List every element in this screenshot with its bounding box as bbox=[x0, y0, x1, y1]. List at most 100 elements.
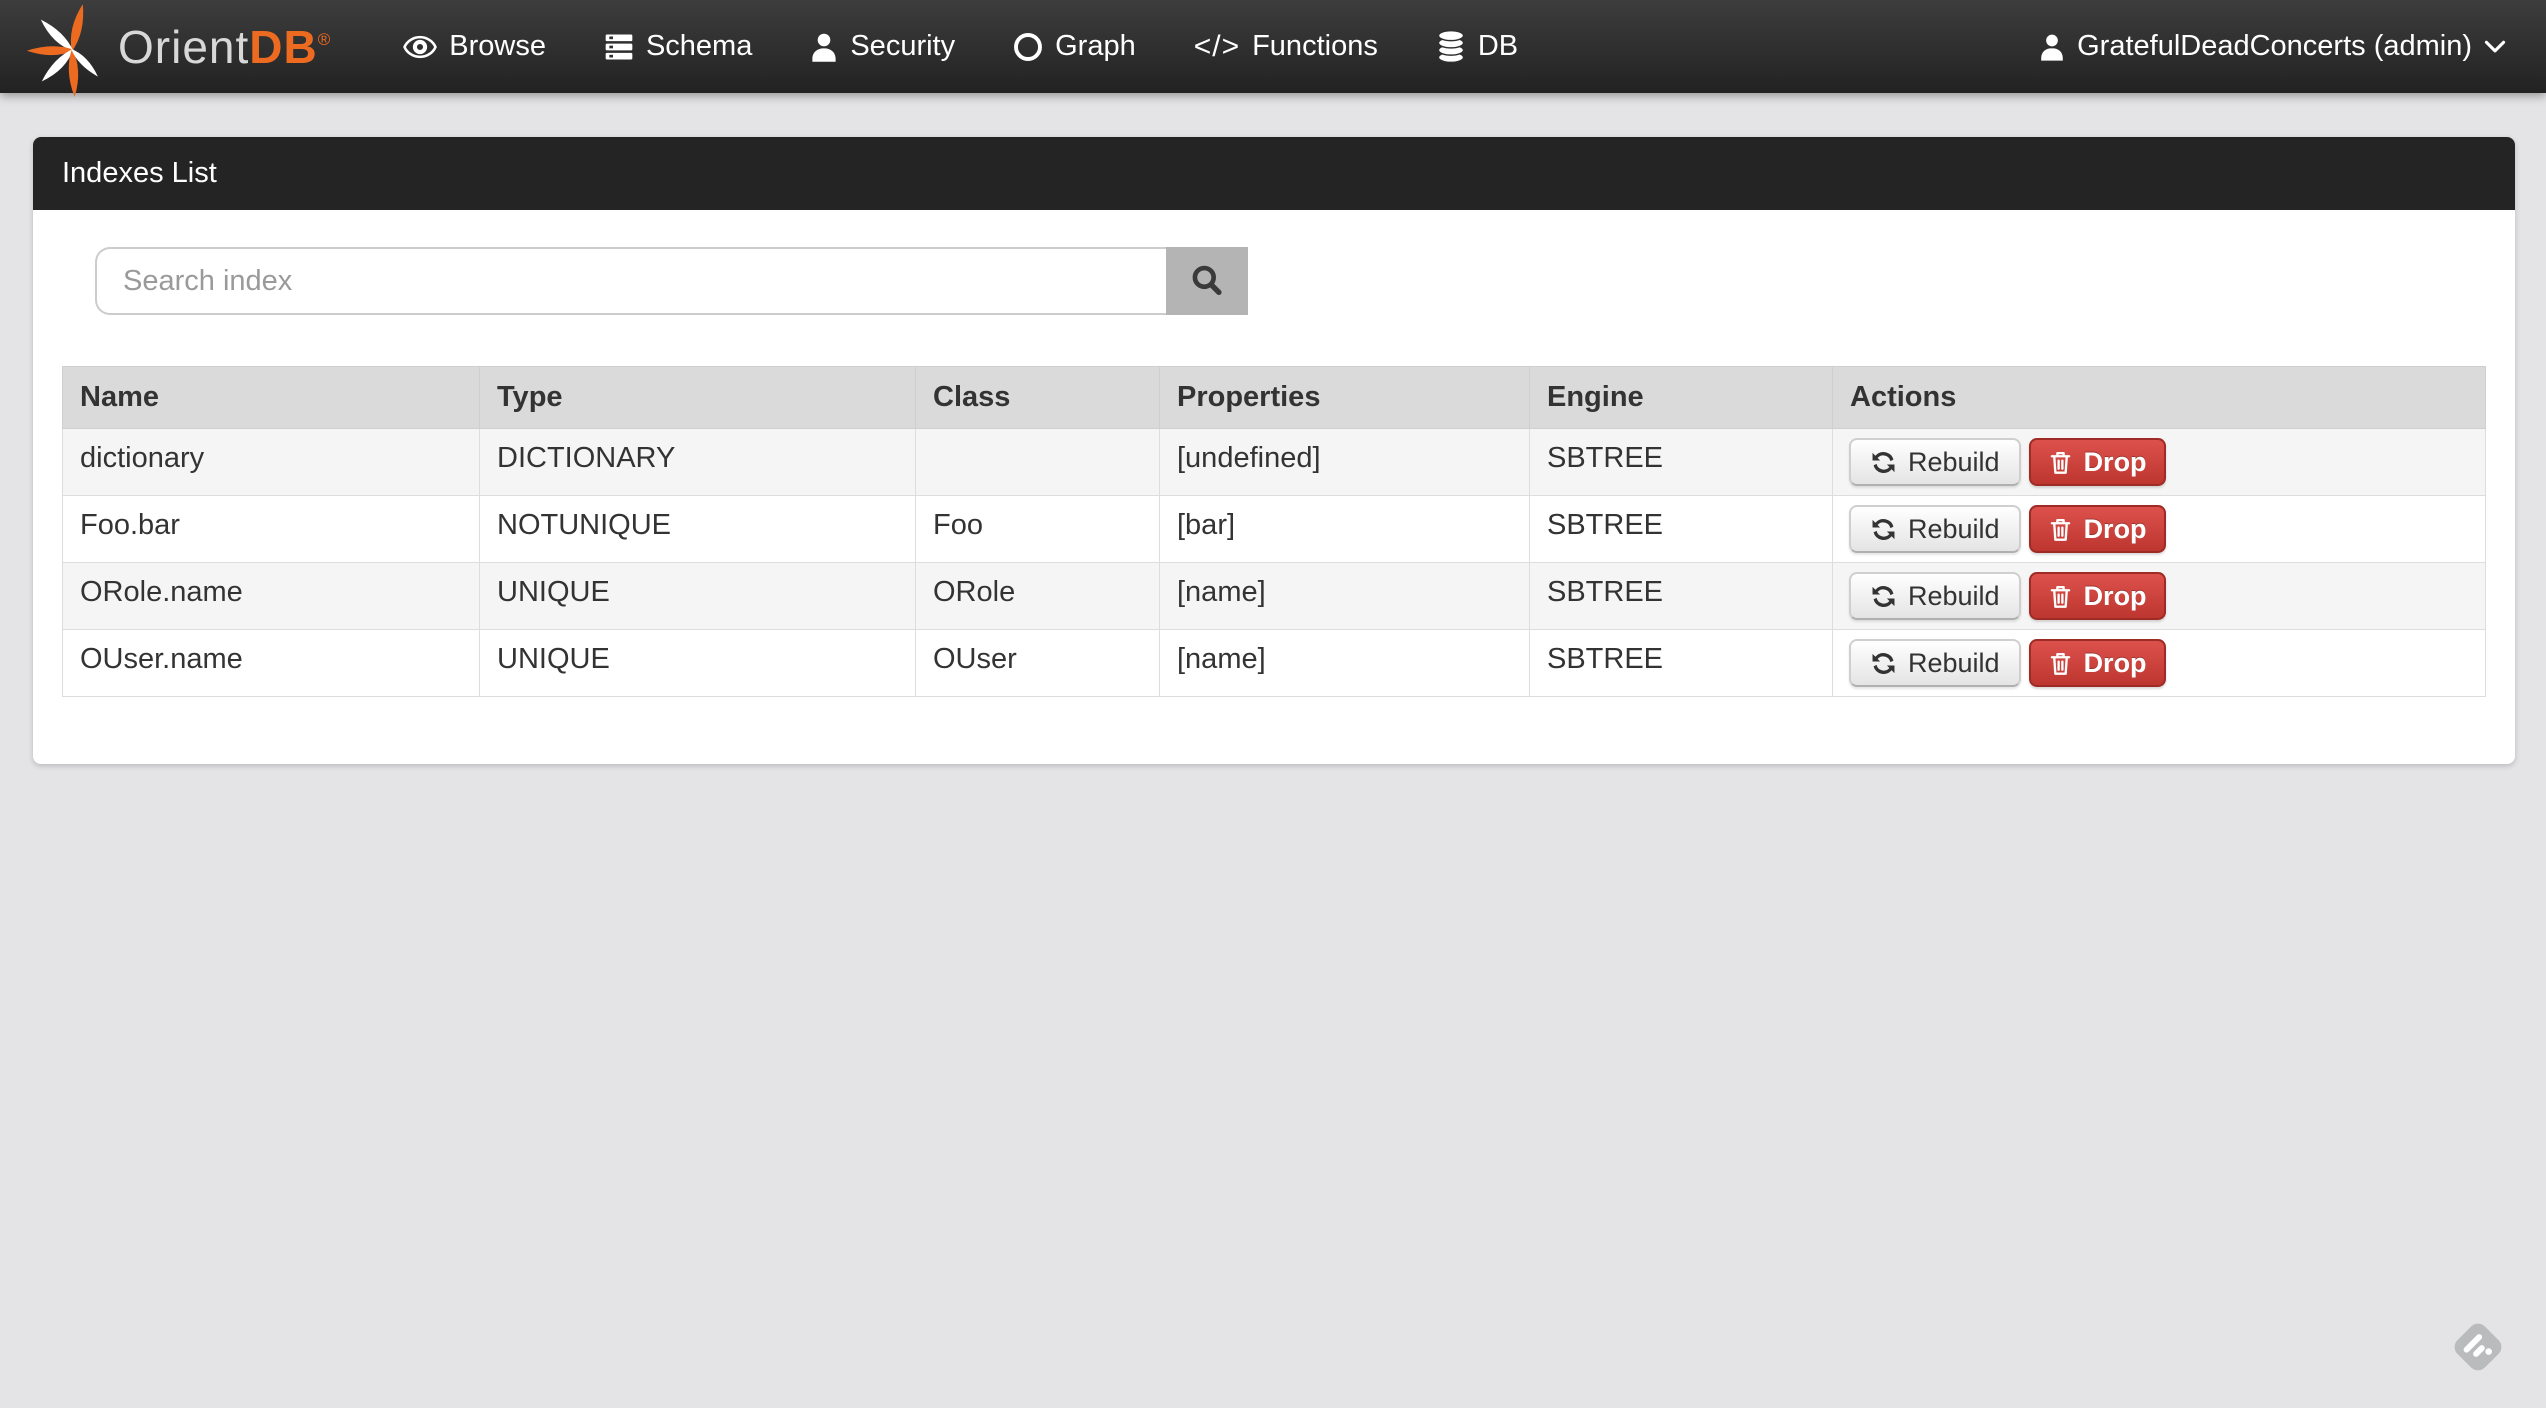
trash-icon bbox=[2048, 449, 2073, 476]
table-row: ORole.name UNIQUE ORole [name] SBTREE Re… bbox=[63, 563, 2486, 630]
magnifier-icon bbox=[1189, 263, 1225, 299]
column-header-engine: Engine bbox=[1530, 367, 1833, 429]
code-icon: </> bbox=[1194, 30, 1240, 64]
nav-label: Functions bbox=[1252, 30, 1378, 63]
cell-properties: [undefined] bbox=[1160, 429, 1530, 496]
cell-type: DICTIONARY bbox=[480, 429, 916, 496]
page-title: Indexes List bbox=[62, 157, 217, 190]
drop-button[interactable]: Drop bbox=[2029, 505, 2166, 553]
drop-button-label: Drop bbox=[2084, 447, 2147, 478]
schema-icon bbox=[604, 32, 634, 62]
orientdb-studio: { "navbar": { "brand": { "orient": "Orie… bbox=[0, 0, 2546, 1408]
cell-type: NOTUNIQUE bbox=[480, 496, 916, 563]
cell-actions: Rebuild Drop bbox=[1833, 496, 2486, 563]
cell-class: ORole bbox=[916, 563, 1160, 630]
nav-item-security[interactable]: Security bbox=[810, 30, 955, 63]
circle-icon bbox=[1013, 32, 1043, 62]
trash-icon bbox=[2048, 650, 2073, 677]
diamond-stripes-icon bbox=[2450, 1316, 2506, 1378]
drop-button[interactable]: Drop bbox=[2029, 438, 2166, 486]
database-icon bbox=[1436, 30, 1466, 64]
user-icon bbox=[2039, 33, 2065, 61]
cell-properties: [name] bbox=[1160, 563, 1530, 630]
nav-item-schema[interactable]: Schema bbox=[604, 30, 752, 63]
chevron-down-icon bbox=[2484, 40, 2506, 54]
cell-properties: [name] bbox=[1160, 630, 1530, 697]
cell-type: UNIQUE bbox=[480, 563, 916, 630]
cell-actions: Rebuild Drop bbox=[1833, 563, 2486, 630]
brand-text: OrientDB® bbox=[118, 20, 331, 74]
rebuild-button-label: Rebuild bbox=[1908, 648, 2000, 679]
table-row: dictionary DICTIONARY [undefined] SBTREE… bbox=[63, 429, 2486, 496]
table-row: Foo.bar NOTUNIQUE Foo [bar] SBTREE Rebui… bbox=[63, 496, 2486, 563]
indexes-panel: Indexes List Name Type Class Properties … bbox=[33, 137, 2515, 764]
panel-body: Name Type Class Properties Engine Action… bbox=[33, 210, 2515, 764]
cell-engine: SBTREE bbox=[1530, 429, 1833, 496]
cell-name: Foo.bar bbox=[63, 496, 480, 563]
cell-class bbox=[916, 429, 1160, 496]
table-row: OUser.name UNIQUE OUser [name] SBTREE Re… bbox=[63, 630, 2486, 697]
cell-actions: Rebuild Drop bbox=[1833, 429, 2486, 496]
indexes-table: Name Type Class Properties Engine Action… bbox=[62, 366, 2486, 697]
panel-header: Indexes List bbox=[33, 137, 2515, 210]
cell-name: ORole.name bbox=[63, 563, 480, 630]
orientdb-logo[interactable]: OrientDB® bbox=[26, 0, 331, 93]
trash-icon bbox=[2048, 516, 2073, 543]
rebuild-button[interactable]: Rebuild bbox=[1849, 572, 2021, 620]
cell-engine: SBTREE bbox=[1530, 496, 1833, 563]
rebuild-button[interactable]: Rebuild bbox=[1849, 505, 2021, 553]
eye-icon bbox=[403, 34, 437, 60]
cell-engine: SBTREE bbox=[1530, 630, 1833, 697]
brand-db: DB bbox=[249, 21, 317, 73]
cell-name: dictionary bbox=[63, 429, 480, 496]
user-menu[interactable]: GratefulDeadConcerts (admin) bbox=[2039, 30, 2506, 63]
nav-label: Browse bbox=[449, 30, 546, 63]
rebuild-button[interactable]: Rebuild bbox=[1849, 639, 2021, 687]
table-header: Name Type Class Properties Engine Action… bbox=[63, 367, 2486, 429]
refresh-icon bbox=[1870, 583, 1897, 610]
refresh-icon bbox=[1870, 650, 1897, 677]
cell-class: OUser bbox=[916, 630, 1160, 697]
column-header-name: Name bbox=[63, 367, 480, 429]
cell-engine: SBTREE bbox=[1530, 563, 1833, 630]
drop-button-label: Drop bbox=[2084, 514, 2147, 545]
refresh-icon bbox=[1870, 516, 1897, 543]
orientdb-starburst-icon bbox=[26, 0, 110, 105]
top-navbar: OrientDB® Browse S bbox=[0, 0, 2546, 93]
cell-type: UNIQUE bbox=[480, 630, 916, 697]
rebuild-button[interactable]: Rebuild bbox=[1849, 438, 2021, 486]
brand-orient: Orient bbox=[118, 21, 249, 73]
drop-button-label: Drop bbox=[2084, 648, 2147, 679]
search-button[interactable] bbox=[1166, 247, 1248, 315]
nav-item-browse[interactable]: Browse bbox=[403, 30, 546, 63]
nav-item-functions[interactable]: </> Functions bbox=[1194, 30, 1378, 64]
column-header-class: Class bbox=[916, 367, 1160, 429]
column-header-actions: Actions bbox=[1833, 367, 2486, 429]
cell-name: OUser.name bbox=[63, 630, 480, 697]
table-body: dictionary DICTIONARY [undefined] SBTREE… bbox=[63, 429, 2486, 697]
nav-item-db[interactable]: DB bbox=[1436, 30, 1518, 64]
drop-button[interactable]: Drop bbox=[2029, 639, 2166, 687]
search-bar bbox=[95, 247, 1248, 315]
nav-label: Graph bbox=[1055, 30, 1136, 63]
rebuild-button-label: Rebuild bbox=[1908, 447, 2000, 478]
search-input[interactable] bbox=[95, 247, 1166, 315]
cell-actions: Rebuild Drop bbox=[1833, 630, 2486, 697]
drop-button[interactable]: Drop bbox=[2029, 572, 2166, 620]
nav-label: DB bbox=[1478, 30, 1518, 63]
cell-class: Foo bbox=[916, 496, 1160, 563]
user-menu-label: GratefulDeadConcerts (admin) bbox=[2077, 30, 2472, 63]
nav-item-graph[interactable]: Graph bbox=[1013, 30, 1136, 63]
nav-label: Schema bbox=[646, 30, 752, 63]
rebuild-button-label: Rebuild bbox=[1908, 514, 2000, 545]
column-header-type: Type bbox=[480, 367, 916, 429]
brand-registered-mark: ® bbox=[318, 30, 332, 49]
rebuild-button-label: Rebuild bbox=[1908, 581, 2000, 612]
cell-properties: [bar] bbox=[1160, 496, 1530, 563]
column-header-properties: Properties bbox=[1160, 367, 1530, 429]
refresh-icon bbox=[1870, 449, 1897, 476]
user-icon bbox=[810, 32, 838, 62]
corner-extension-badge[interactable] bbox=[2450, 1316, 2506, 1378]
trash-icon bbox=[2048, 583, 2073, 610]
main-nav: Browse Schema Securi bbox=[403, 30, 1576, 64]
